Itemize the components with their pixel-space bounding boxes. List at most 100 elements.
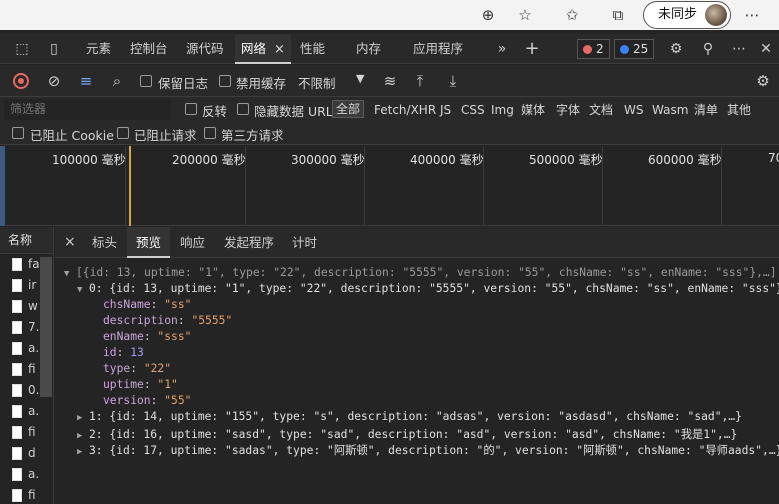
- tab-initiator[interactable]: 发起程序: [224, 227, 274, 258]
- errors-badge[interactable]: 2: [577, 39, 610, 59]
- filter-type-all[interactable]: 全部: [332, 100, 365, 118]
- tab-network[interactable]: 网络 ×: [235, 34, 291, 64]
- close-icon[interactable]: ×: [274, 42, 285, 57]
- expand-arrow-icon[interactable]: ▼: [77, 285, 89, 295]
- filter-type-media[interactable]: 媒体: [521, 101, 545, 119]
- feedback-icon[interactable]: ⚲: [699, 40, 717, 58]
- name-column-header[interactable]: 名称: [0, 227, 53, 254]
- blocked-cookies-checkbox[interactable]: [12, 127, 24, 139]
- item-summary: 0: {id: 13, uptime: "1", type: "22", des…: [89, 282, 779, 295]
- file-icon: [12, 468, 22, 481]
- filter-type-fetch-xhr[interactable]: Fetch/XHR: [374, 101, 436, 119]
- filter-icon[interactable]: ≡: [77, 72, 95, 90]
- request-name: d: [28, 446, 36, 460]
- close-icon[interactable]: ×: [64, 227, 76, 258]
- zoom-icon[interactable]: ⊕: [477, 4, 499, 26]
- filter-type-font[interactable]: 字体: [556, 101, 580, 119]
- tree-property[interactable]: description: "5555": [103, 314, 232, 327]
- tab-timing[interactable]: 计时: [292, 227, 317, 258]
- device-toolbar-icon[interactable]: ▯: [45, 40, 63, 58]
- filter-type-wasm[interactable]: Wasm: [652, 101, 688, 119]
- tab-preview[interactable]: 预览: [127, 227, 171, 258]
- file-icon: [12, 279, 22, 292]
- filter-type-css[interactable]: CSS: [461, 101, 485, 119]
- favorites-icon[interactable]: ✩: [561, 4, 583, 26]
- property-value: "5555": [191, 314, 233, 327]
- hide-data-urls-checkbox[interactable]: [237, 103, 249, 115]
- blocked-requests-checkbox[interactable]: [117, 127, 129, 139]
- throttle-select[interactable]: 不限制: [298, 73, 336, 92]
- tree-property[interactable]: type: "22": [103, 362, 171, 375]
- file-icon: [12, 447, 22, 460]
- network-settings-icon[interactable]: ⚙: [754, 72, 772, 90]
- chevron-down-icon[interactable]: ▼: [356, 72, 364, 85]
- tab-console[interactable]: 控制台: [130, 34, 168, 64]
- record-icon[interactable]: [13, 73, 29, 89]
- timeline-tick-label: 100000 毫秒: [52, 153, 126, 167]
- profile-sync-button[interactable]: 未同步: [643, 1, 731, 29]
- filter-type-ws[interactable]: WS: [624, 101, 643, 119]
- filter-type-doc[interactable]: 文档: [589, 101, 613, 119]
- invert-checkbox[interactable]: [185, 103, 197, 115]
- more-icon[interactable]: ⋯: [741, 4, 763, 26]
- tree-property[interactable]: id: 13: [103, 346, 144, 359]
- json-preview: ▼ [{id: 13, uptime: "1", type: "22", desc…: [55, 259, 779, 504]
- tree-item[interactable]: ▶ 3: {id: 17, uptime: "sadas", type: "阿斯顿…: [77, 442, 779, 458]
- filter-type-js[interactable]: JS: [440, 101, 451, 119]
- filter-input[interactable]: [4, 99, 171, 120]
- list-item[interactable]: a.: [0, 464, 53, 485]
- expand-arrow-icon[interactable]: ▼: [64, 269, 76, 279]
- sync-label: 未同步: [658, 7, 698, 22]
- list-item[interactable]: fi: [0, 422, 53, 443]
- favorite-add-icon[interactable]: ☆: [514, 4, 536, 26]
- expand-arrow-icon[interactable]: ▶: [77, 431, 89, 441]
- close-devtools-icon[interactable]: ✕: [757, 40, 775, 58]
- expand-arrow-icon[interactable]: ▶: [77, 413, 89, 423]
- item-summary: 2: {id: 16, uptime: "sasd", type: "sad",…: [89, 428, 738, 441]
- property-value: "sss": [157, 330, 192, 343]
- tree-item[interactable]: ▼ 0: {id: 13, uptime: "1", type: "22", de…: [77, 282, 779, 295]
- issues-badge[interactable]: 25: [614, 39, 655, 59]
- tree-property[interactable]: uptime: "1": [103, 378, 178, 391]
- clear-icon[interactable]: ⊘: [45, 72, 63, 90]
- tree-item[interactable]: ▶ 1: {id: 14, uptime: "155", type: "s", d…: [77, 410, 742, 423]
- collections-icon[interactable]: ⧉: [607, 4, 629, 26]
- request-name: w: [28, 299, 38, 313]
- tab-application[interactable]: 应用程序: [413, 34, 463, 64]
- tab-memory[interactable]: 内存: [356, 34, 381, 64]
- tree-root[interactable]: ▼ [{id: 13, uptime: "1", type: "22", desc…: [64, 266, 777, 279]
- timeline-tick-label: 70: [768, 151, 779, 165]
- tree-item[interactable]: ▶ 2: {id: 16, uptime: "sasd", type: "sad"…: [77, 426, 737, 442]
- inspect-element-icon[interactable]: ⬚: [13, 40, 31, 58]
- issues-count: 25: [633, 42, 649, 56]
- expand-arrow-icon[interactable]: ▶: [77, 447, 89, 457]
- tab-headers[interactable]: 标头: [92, 227, 117, 258]
- tree-property[interactable]: chsName: "ss": [103, 298, 191, 311]
- tab-sources[interactable]: 源代码: [186, 34, 224, 64]
- timeline-overview[interactable]: 100000 毫秒 200000 毫秒 300000 毫秒 400000 毫秒 …: [0, 146, 779, 226]
- tree-property[interactable]: enName: "sss": [103, 330, 191, 343]
- tree-property[interactable]: version: "55": [103, 394, 191, 407]
- list-item[interactable]: fi: [0, 485, 53, 504]
- add-tab-icon[interactable]: +: [523, 40, 541, 58]
- tab-response[interactable]: 响应: [180, 227, 205, 258]
- scrollbar[interactable]: [40, 257, 52, 397]
- property-key: enName: [103, 330, 144, 343]
- settings-gear-icon[interactable]: ⚙: [667, 40, 685, 58]
- tab-elements[interactable]: 元素: [86, 34, 111, 64]
- filter-type-manifest[interactable]: 清单: [694, 101, 718, 119]
- more-tabs-icon[interactable]: »: [493, 40, 511, 58]
- disable-cache-checkbox[interactable]: [219, 75, 231, 87]
- list-item[interactable]: a.: [0, 401, 53, 422]
- download-icon[interactable]: ⤓: [444, 72, 462, 90]
- list-item[interactable]: d: [0, 443, 53, 464]
- tab-performance[interactable]: 性能: [300, 34, 325, 64]
- search-icon[interactable]: ⌕: [108, 72, 126, 90]
- preserve-log-checkbox[interactable]: [140, 75, 152, 87]
- third-party-checkbox[interactable]: [204, 127, 216, 139]
- filter-type-img[interactable]: Img: [491, 101, 514, 119]
- upload-icon[interactable]: ⤒: [411, 72, 429, 90]
- more-options-icon[interactable]: ⋯: [730, 40, 748, 58]
- filter-type-other[interactable]: 其他: [727, 101, 751, 119]
- network-conditions-icon[interactable]: ≋: [381, 72, 399, 90]
